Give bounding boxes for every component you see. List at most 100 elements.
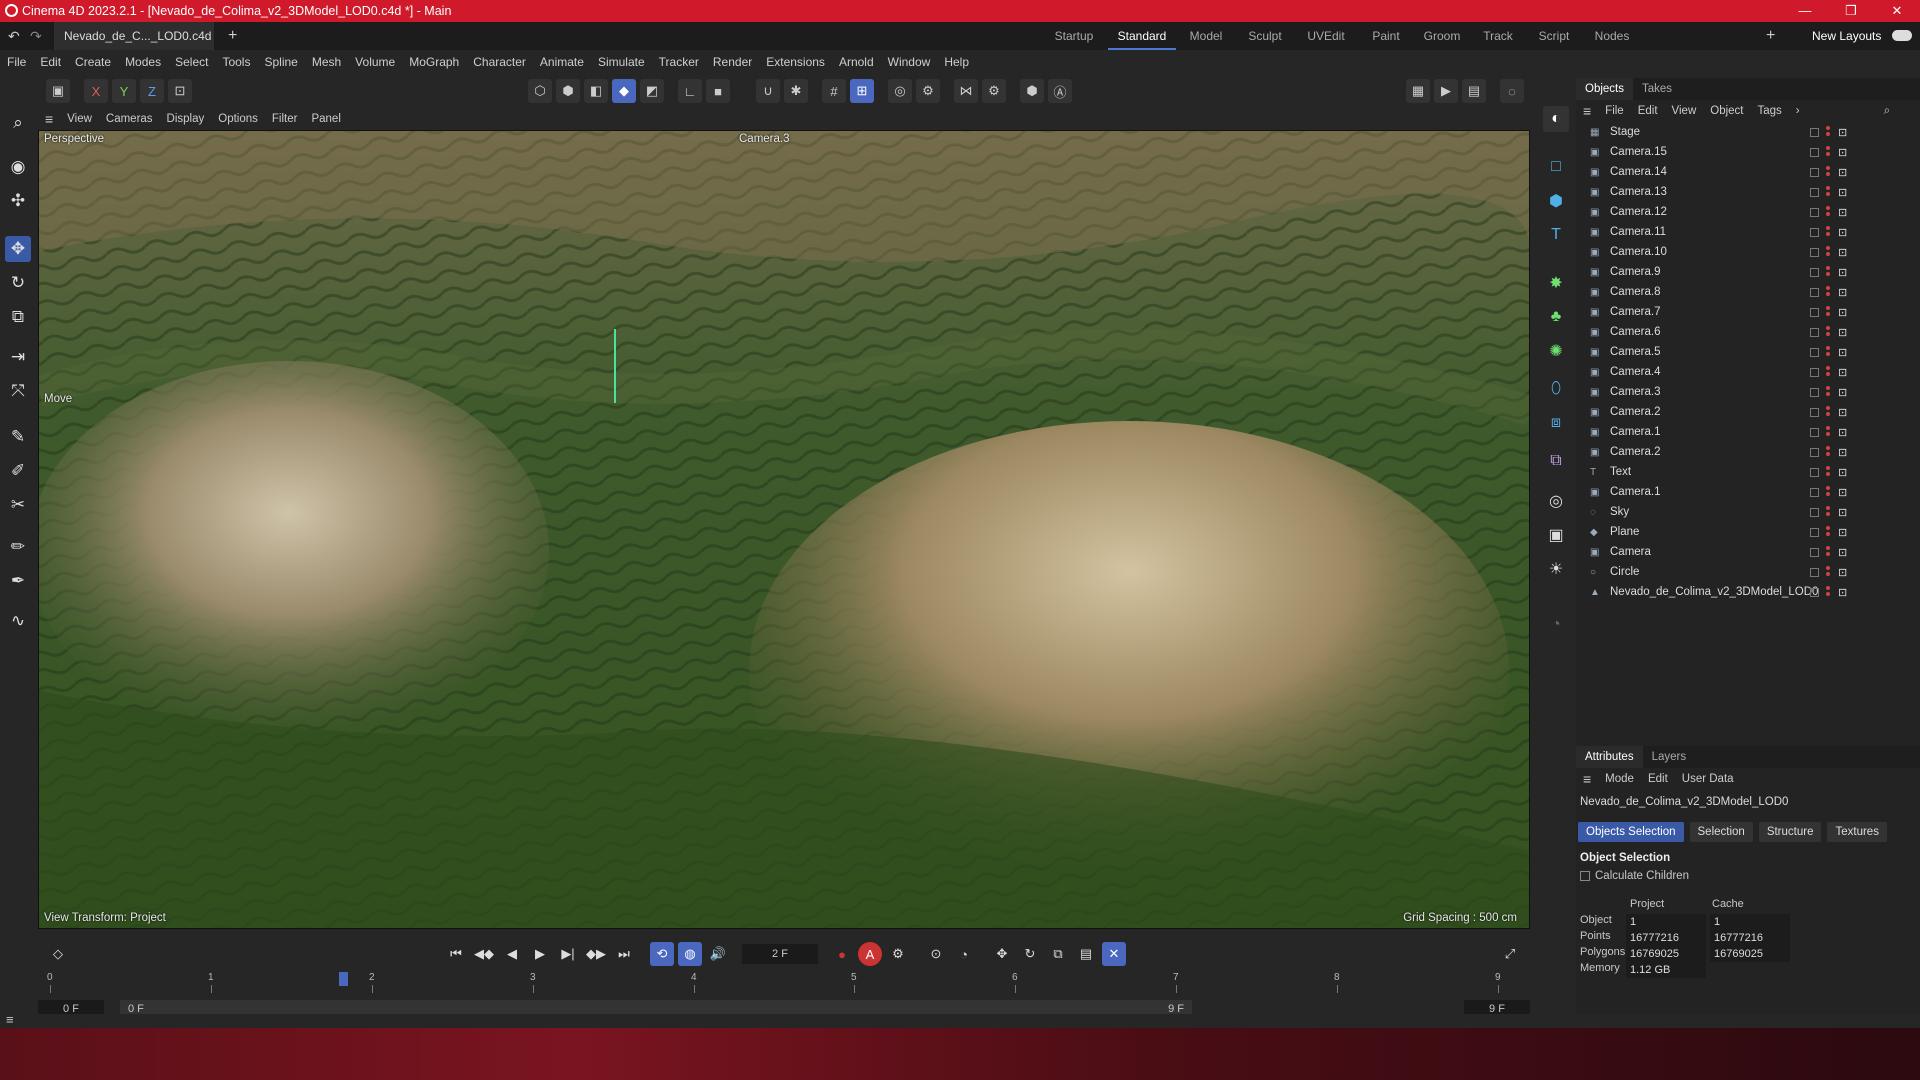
layout-tab-groom[interactable]: Groom — [1414, 22, 1470, 50]
coordinate-system-icon[interactable]: ⊡ — [168, 79, 192, 103]
previous-frame-icon[interactable]: ◀ — [500, 942, 524, 966]
cloner-icon[interactable]: ♣ — [1543, 304, 1569, 330]
object-name[interactable]: Circle — [1610, 566, 1639, 578]
object-row[interactable]: ▣ Camera.12 ⊡ — [1576, 202, 1920, 222]
object-row[interactable]: ▦ Stage ⊡ — [1576, 122, 1920, 142]
tag-icon[interactable]: ⊡ — [1838, 286, 1847, 299]
object-name[interactable]: Nevado_de_Colima_v2_3DModel_LOD0 — [1610, 586, 1818, 598]
object-name[interactable]: Camera.13 — [1610, 186, 1667, 198]
visibility-dots-icon[interactable] — [1826, 126, 1831, 138]
tab-attributes[interactable]: Attributes — [1576, 746, 1643, 768]
viewport-solo-icon[interactable]: ▣ — [46, 79, 70, 103]
tag-icon[interactable]: ⊡ — [1838, 526, 1847, 539]
tag-icon[interactable]: ⊡ — [1838, 166, 1847, 179]
object-name[interactable]: Camera.9 — [1610, 266, 1661, 278]
object-name[interactable]: Camera.12 — [1610, 206, 1667, 218]
object-row[interactable]: ▣ Camera.1 ⊡ — [1576, 482, 1920, 502]
layer-checkbox[interactable] — [1810, 447, 1819, 457]
object-row[interactable]: ▣ Camera.5 ⊡ — [1576, 342, 1920, 362]
cube-icon[interactable]: ⬢ — [1543, 188, 1569, 214]
objects-hamburger-icon[interactable]: ≡ — [1576, 103, 1598, 119]
tag-icon[interactable]: ⊡ — [1838, 306, 1847, 319]
tag-icon[interactable]: ⊡ — [1838, 186, 1847, 199]
deformer-icon[interactable]: ⬯ — [1543, 376, 1569, 402]
tag-icon[interactable]: ⊡ — [1838, 226, 1847, 239]
object-row[interactable]: ▣ Camera ⊡ — [1576, 542, 1920, 562]
points-mode-icon[interactable]: ⬡ — [528, 79, 552, 103]
viewport-hamburger-icon[interactable]: ≡ — [38, 111, 60, 127]
brush-icon[interactable]: ✏ — [5, 534, 31, 560]
layer-checkbox[interactable] — [1810, 247, 1819, 257]
menu-tools[interactable]: Tools — [215, 55, 257, 69]
visibility-dots-icon[interactable] — [1826, 426, 1831, 438]
play-icon[interactable]: ▶ — [528, 942, 552, 966]
scale-tool-icon[interactable]: ⧉ — [5, 304, 31, 330]
visibility-dots-icon[interactable] — [1826, 486, 1831, 498]
keyframe-selection-icon[interactable]: ⊙ — [924, 942, 948, 966]
knife-icon[interactable]: ✒ — [5, 568, 31, 594]
visibility-dots-icon[interactable] — [1826, 226, 1831, 238]
lock-workplane-icon[interactable]: ⬢ — [1020, 79, 1044, 103]
viewport-menu-view[interactable]: View — [60, 113, 99, 125]
text-spline-icon[interactable]: T — [1543, 222, 1569, 248]
add-tab-button[interactable]: + — [228, 27, 237, 45]
sound-icon[interactable]: 🔊 — [706, 942, 730, 966]
render-view-icon[interactable]: ▦ — [1406, 79, 1430, 103]
visibility-dots-icon[interactable] — [1826, 246, 1831, 258]
layer-checkbox[interactable] — [1810, 347, 1819, 357]
object-row[interactable]: ◌ Sky ⊡ — [1576, 502, 1920, 522]
grid-snap-icon[interactable]: # — [822, 79, 846, 103]
viewport-camera-name[interactable]: Camera.3 — [739, 133, 790, 145]
menu-volume[interactable]: Volume — [348, 55, 402, 69]
visibility-dots-icon[interactable] — [1826, 466, 1831, 478]
layer-checkbox[interactable] — [1810, 187, 1819, 197]
objects-search-icon[interactable]: ⌕ — [1877, 105, 1897, 118]
menu-arnold[interactable]: Arnold — [832, 55, 881, 69]
visibility-dots-icon[interactable] — [1826, 166, 1831, 178]
object-row[interactable]: ▣ Camera.1 ⊡ — [1576, 422, 1920, 442]
object-row[interactable]: ▣ Camera.15 ⊡ — [1576, 142, 1920, 162]
visibility-dots-icon[interactable] — [1826, 266, 1831, 278]
visibility-dots-icon[interactable] — [1826, 506, 1831, 518]
layer-checkbox[interactable] — [1810, 127, 1819, 137]
tag-icon[interactable]: ⊡ — [1838, 326, 1847, 339]
autokey-icon[interactable]: A — [858, 942, 882, 966]
tag-icon[interactable]: ⧉ — [1543, 448, 1569, 474]
visibility-dots-icon[interactable] — [1826, 206, 1831, 218]
layer-checkbox[interactable] — [1810, 387, 1819, 397]
layout-tab-track[interactable]: Track — [1470, 22, 1526, 50]
menu-file[interactable]: File — [0, 55, 33, 69]
visibility-dots-icon[interactable] — [1826, 146, 1831, 158]
object-name[interactable]: Camera.1 — [1610, 426, 1661, 438]
object-name[interactable]: Text — [1610, 466, 1631, 478]
go-to-end-icon[interactable]: ⏭ — [612, 942, 636, 966]
object-row[interactable]: ▣ Camera.6 ⊡ — [1576, 322, 1920, 342]
rotation-key-icon[interactable]: ↻ — [1018, 942, 1042, 966]
parameter-key-icon[interactable]: ▤ — [1074, 942, 1098, 966]
move-tool-icon[interactable]: ✥ — [5, 236, 31, 262]
transfer-tool-icon[interactable]: ⇥ — [5, 344, 31, 370]
tag-icon[interactable]: ⊡ — [1838, 486, 1847, 499]
tag-icon[interactable]: ⊡ — [1838, 426, 1847, 439]
objects-menu-view[interactable]: View — [1665, 105, 1704, 117]
viewport-menu-display[interactable]: Display — [160, 113, 212, 125]
visibility-dots-icon[interactable] — [1826, 286, 1831, 298]
spline-tools-icon[interactable]: ✐ — [5, 458, 31, 484]
camera-object-icon[interactable]: ▣ — [1543, 522, 1569, 548]
object-row[interactable]: ▣ Camera.11 ⊡ — [1576, 222, 1920, 242]
render-settings-icon[interactable]: ▤ — [1462, 79, 1486, 103]
layer-checkbox[interactable] — [1810, 367, 1819, 377]
object-name[interactable]: Camera.10 — [1610, 246, 1667, 258]
model-mode-icon[interactable]: ◆ — [612, 79, 636, 103]
tag-icon[interactable]: ⊡ — [1838, 266, 1847, 279]
symmetry-settings-icon[interactable]: ⚙ — [982, 79, 1006, 103]
object-name[interactable]: Sky — [1610, 506, 1629, 518]
checkbox-box[interactable] — [1580, 871, 1590, 881]
polygons-mode-icon[interactable]: ◧ — [584, 79, 608, 103]
layer-checkbox[interactable] — [1810, 307, 1819, 317]
object-name[interactable]: Camera.11 — [1610, 226, 1666, 238]
visibility-dots-icon[interactable] — [1826, 406, 1831, 418]
object-row[interactable]: ▣ Camera.2 ⊡ — [1576, 402, 1920, 422]
light-icon[interactable]: ☀ — [1543, 556, 1569, 582]
effector-icon[interactable]: ✺ — [1543, 338, 1569, 364]
